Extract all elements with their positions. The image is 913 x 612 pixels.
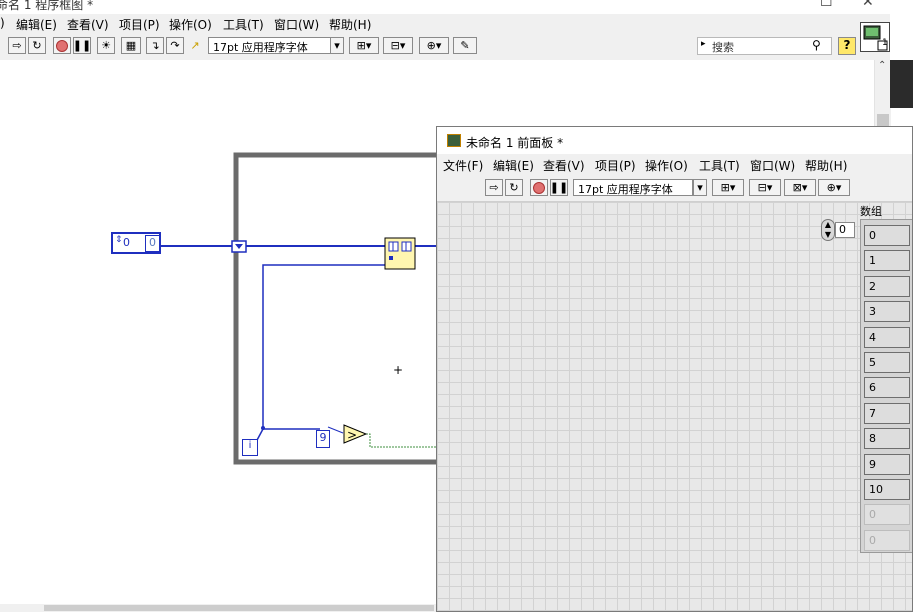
fp-abort-icon[interactable] (530, 179, 548, 196)
search-box[interactable]: ▸ 搜索 ⚲ (697, 37, 832, 55)
fp-run-continuously-icon[interactable]: ↻ (505, 179, 523, 196)
fp-distribute-objects-icon[interactable]: ⊟▾ (749, 179, 781, 196)
step-into-icon[interactable]: ↴ (146, 37, 164, 54)
vi-icon[interactable]: 1 (860, 22, 890, 52)
array-element[interactable]: 10 (864, 479, 910, 500)
menu-help[interactable]: 帮助(H) (329, 16, 371, 33)
clean-up-diagram-icon[interactable]: ✎ (453, 37, 477, 54)
align-objects-icon[interactable]: ⊞▾ (349, 37, 379, 54)
front-panel-vi-icon (447, 134, 461, 147)
run-arrow-icon[interactable]: ⇨ (8, 37, 26, 54)
menu-prev-cut[interactable]: ) (0, 16, 5, 30)
help-icon[interactable]: ? (838, 37, 856, 55)
fp-font-selector[interactable]: 17pt 应用程序字体 (573, 179, 693, 196)
fp-reorder-icon[interactable]: ⊕▾ (818, 179, 850, 196)
restore-icon[interactable]: ☐ (820, 0, 833, 10)
front-panel-toolbar: ⇨ ↻ ❚❚ 17pt 应用程序字体 ▾ ⊞▾ ⊟▾ ⊠▾ ⊕▾ (437, 175, 912, 202)
fp-resize-objects-icon[interactable]: ⊠▾ (784, 179, 816, 196)
menu-operate[interactable]: 操作(O) (169, 16, 212, 33)
front-panel-window: 未命名 1 前面板 * 文件(F) 编辑(E) 查看(V) 项目(P) 操作(O… (436, 126, 913, 612)
fp-font-dropdown-icon[interactable]: ▾ (693, 179, 707, 196)
search-placeholder: 搜索 (712, 41, 734, 54)
array-element[interactable]: 1 (864, 250, 910, 272)
for-loop-frame (233, 152, 436, 465)
close-icon[interactable]: ✕ (862, 0, 874, 10)
fp-menu-view[interactable]: 查看(V) (543, 157, 585, 174)
front-panel-title: 未命名 1 前面板 * (466, 136, 564, 150)
greater-than-symbol: > (347, 428, 357, 442)
abort-icon[interactable] (53, 37, 71, 54)
font-selector[interactable]: 17pt 应用程序字体 (208, 37, 340, 54)
crosshair-cursor: + (393, 363, 403, 377)
highlight-execution-icon[interactable]: ☀ (97, 37, 115, 54)
array-element[interactable]: 5 (864, 352, 910, 373)
array-index-spinner-icon[interactable]: ▲ ▼ (821, 219, 835, 241)
index-wire (262, 264, 386, 430)
fp-menu-operate[interactable]: 操作(O) (645, 157, 688, 174)
array-element[interactable]: 6 (864, 377, 910, 399)
scroll-up-icon[interactable]: ⌃ (878, 60, 886, 71)
array-element-empty[interactable]: 0 (864, 529, 910, 551)
front-panel-titlebar: 未命名 1 前面板 * (437, 127, 912, 154)
array-label: 数组 (860, 205, 882, 218)
reorder-icon[interactable]: ⊕▾ (419, 37, 449, 54)
array-element[interactable]: 4 (864, 326, 910, 348)
menu-window[interactable]: 窗口(W) (274, 16, 319, 33)
block-diagram-title: 命名 1 程序框图 * (0, 0, 94, 12)
wire-junction (261, 426, 265, 430)
step-out-icon[interactable]: ↗ (186, 37, 204, 54)
font-dropdown-icon[interactable]: ▾ (330, 37, 344, 54)
array-element[interactable]: 0 (864, 225, 910, 246)
array-index-display[interactable]: 0 (835, 222, 855, 238)
array-constant[interactable]: ⇕ 0 0 (111, 232, 161, 254)
array-element[interactable]: 3 (864, 301, 910, 323)
run-continuously-icon[interactable]: ↻ (28, 37, 46, 54)
distribute-objects-icon[interactable]: ⊟▾ (383, 37, 413, 54)
array-element[interactable]: 9 (864, 453, 910, 475)
retain-wire-values-icon[interactable]: ▦ (121, 37, 141, 54)
pause-icon[interactable]: ❚❚ (73, 37, 91, 54)
front-panel-menubar: 文件(F) 编辑(E) 查看(V) 项目(P) 操作(O) 工具(T) 窗口(W… (437, 155, 912, 175)
fp-menu-file[interactable]: 文件(F) (443, 157, 483, 174)
array-element[interactable]: 7 (864, 402, 910, 424)
search-menu-icon[interactable]: ▸ (701, 39, 706, 49)
connector-pane-number: 1 (882, 38, 888, 48)
menu-tools[interactable]: 工具(T) (223, 16, 264, 33)
array-constant-element[interactable]: 0 (145, 235, 160, 252)
menu-project[interactable]: 项目(P) (119, 16, 160, 33)
count-wire (327, 426, 344, 434)
boolean-wire (366, 433, 436, 448)
block-diagram-horizontal-scrollbar[interactable] (0, 604, 436, 612)
greater-than-icon[interactable]: > (343, 424, 367, 444)
array-element[interactable]: 2 (864, 275, 910, 297)
background-window-edge (890, 60, 913, 108)
step-over-icon[interactable]: ↷ (166, 37, 184, 54)
array-constant-index[interactable]: 0 (123, 236, 130, 249)
fp-pause-icon[interactable]: ❚❚ (550, 179, 568, 196)
fp-align-objects-icon[interactable]: ⊞▾ (712, 179, 744, 196)
block-diagram-menubar: ) 编辑(E) 查看(V) 项目(P) 操作(O) 工具(T) 窗口(W) 帮助… (0, 14, 890, 33)
hscroll-thumb[interactable] (44, 605, 434, 611)
fp-menu-help[interactable]: 帮助(H) (805, 157, 847, 174)
array-element[interactable]: 8 (864, 428, 910, 450)
fp-menu-window[interactable]: 窗口(W) (750, 157, 795, 174)
menu-view[interactable]: 查看(V) (67, 16, 109, 33)
fp-menu-tools[interactable]: 工具(T) (699, 157, 740, 174)
search-icon[interactable]: ⚲ (812, 38, 821, 52)
fp-menu-project[interactable]: 项目(P) (595, 157, 636, 174)
numeric-constant-9[interactable]: 9 (316, 430, 330, 448)
front-panel-canvas[interactable]: 数组 ▲ ▼ 0 0 1 2 3 4 5 6 7 8 9 10 0 0 (437, 202, 912, 611)
array-index-spinner-icon[interactable]: ⇕ (115, 235, 123, 245)
array-element-empty[interactable]: 0 (864, 504, 910, 526)
block-diagram-titlebar: 命名 1 程序框图 * ☐ ✕ (0, 0, 913, 14)
menu-edit[interactable]: 编辑(E) (16, 16, 57, 33)
fp-menu-edit[interactable]: 编辑(E) (493, 157, 534, 174)
fp-run-arrow-icon[interactable]: ⇨ (485, 179, 503, 196)
iteration-terminal[interactable]: i (242, 439, 258, 456)
